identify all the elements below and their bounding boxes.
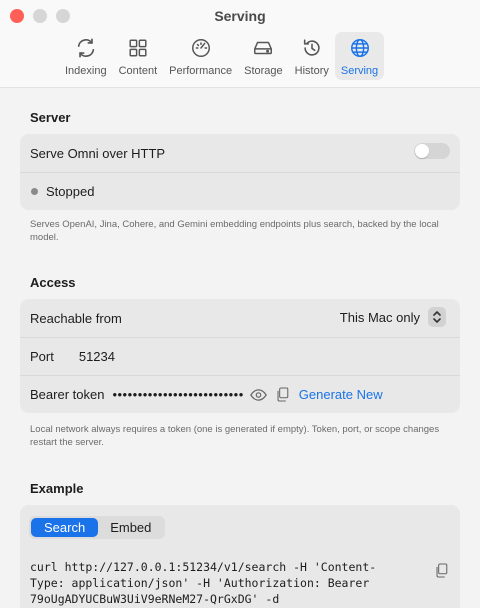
code-line: Type: application/json' -H 'Authorizatio… bbox=[30, 576, 370, 590]
generate-new-button[interactable]: Generate New bbox=[299, 387, 383, 402]
server-status-row: Stopped bbox=[20, 172, 460, 210]
reachable-value: This Mac only bbox=[339, 309, 420, 325]
drive-icon bbox=[250, 35, 276, 61]
toggle-knob bbox=[415, 144, 429, 158]
copy-code-icon[interactable] bbox=[432, 561, 450, 579]
port-field[interactable]: 51234 bbox=[79, 349, 115, 364]
window-titlebar: Serving Indexing Content Performance Sto… bbox=[0, 0, 480, 88]
curl-example-code: curl http://127.0.0.1:51234/v1/search -H… bbox=[30, 559, 410, 607]
reachable-row: Reachable from This Mac only bbox=[20, 299, 460, 337]
arrows-cycle-icon bbox=[73, 35, 99, 61]
server-card: Serve Omni over HTTP Stopped bbox=[20, 134, 460, 210]
clock-history-icon bbox=[299, 35, 325, 61]
segment-embed[interactable]: Embed bbox=[98, 518, 163, 537]
server-section-title: Server bbox=[30, 110, 71, 125]
serve-http-row: Serve Omni over HTTP bbox=[20, 134, 460, 172]
gauge-icon bbox=[188, 35, 214, 61]
segment-search[interactable]: Search bbox=[31, 518, 99, 537]
tab-label: Content bbox=[118, 65, 158, 77]
chevron-updown-icon bbox=[428, 307, 446, 327]
tab-serving[interactable]: Serving bbox=[334, 32, 385, 80]
server-note: Serves OpenAI, Jina, Cohere, and Gemini … bbox=[30, 219, 439, 243]
example-section-title: Example bbox=[30, 481, 84, 496]
tab-indexing[interactable]: Indexing bbox=[59, 32, 113, 80]
port-label: Port bbox=[30, 349, 54, 364]
serve-http-label: Serve Omni over HTTP bbox=[30, 145, 166, 161]
tab-label: Storage bbox=[244, 65, 283, 77]
token-label: Bearer token bbox=[30, 387, 105, 402]
token-field[interactable]: •••••••••••••••••••••••••• bbox=[112, 387, 243, 402]
tab-storage[interactable]: Storage bbox=[238, 32, 289, 80]
tab-performance[interactable]: Performance bbox=[163, 32, 238, 80]
preferences-toolbar: Indexing Content Performance Storage His… bbox=[59, 32, 385, 80]
access-note: Local network always requires a token (o… bbox=[30, 424, 440, 448]
tab-label: Indexing bbox=[65, 65, 107, 77]
reachable-label: Reachable from bbox=[30, 310, 122, 326]
serve-http-toggle[interactable] bbox=[414, 143, 450, 159]
token-row: Bearer token •••••••••••••••••••••••••• … bbox=[20, 375, 460, 413]
grid-icon bbox=[125, 35, 151, 61]
access-section-title: Access bbox=[30, 275, 76, 290]
code-line: curl http://127.0.0.1:51234/v1/search -H… bbox=[30, 560, 377, 574]
globe-icon bbox=[347, 35, 373, 61]
tab-label: Performance bbox=[169, 65, 233, 77]
tab-label: History bbox=[294, 65, 329, 77]
access-card: Reachable from This Mac only Port 51234 … bbox=[20, 299, 460, 413]
tab-label: Serving bbox=[340, 65, 379, 77]
status-dot-icon bbox=[31, 188, 38, 195]
tab-history[interactable]: History bbox=[289, 32, 335, 80]
copy-icon[interactable] bbox=[274, 386, 292, 404]
tab-content[interactable]: Content bbox=[113, 32, 164, 80]
reachable-popup-button[interactable]: This Mac only bbox=[340, 307, 446, 327]
example-segmented-control: Search Embed bbox=[29, 516, 166, 539]
code-line: 79oUgADYUCBuW3UiV9eRNeM27-QrGxDG' -d bbox=[30, 592, 280, 606]
eye-icon[interactable] bbox=[250, 386, 268, 404]
window-title: Serving bbox=[214, 8, 266, 24]
server-status-text: Stopped bbox=[46, 184, 95, 199]
port-row: Port 51234 bbox=[20, 337, 460, 375]
